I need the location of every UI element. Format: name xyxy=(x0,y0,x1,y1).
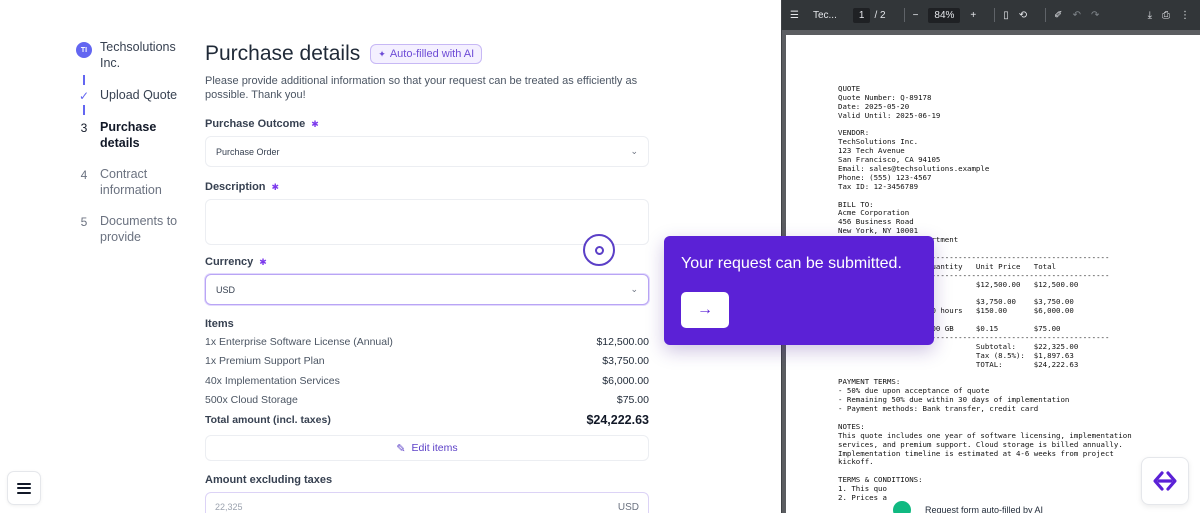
page-number-input[interactable]: 1 xyxy=(852,7,871,23)
purchase-outcome-select[interactable]: Purchase Order ⌄ xyxy=(205,136,649,167)
step-number: 4 xyxy=(80,168,88,182)
success-dot-icon xyxy=(893,501,911,513)
page-title: Purchase details xyxy=(205,42,361,65)
step-label: Documents to provide xyxy=(100,214,178,244)
pdf-text-line: Tax ID: 12-3456789 xyxy=(838,181,919,191)
undo-icon[interactable]: ↶ xyxy=(1073,10,1081,21)
chevron-down-icon: ⌄ xyxy=(630,146,638,156)
app-root: TI Techsolutions Inc. ✓ Upload Quote 3 P… xyxy=(0,0,1200,513)
step-contract-information[interactable]: 4 Contract information xyxy=(76,166,186,198)
purchase-outcome-label: Purchase Outcome ✱ xyxy=(205,118,319,130)
toast-notification: Request form auto-filled by AI xyxy=(893,501,1043,513)
arrow-right-button[interactable]: → xyxy=(681,292,729,328)
purchase-form: Purchase details ✦ Auto-filled with AI P… xyxy=(205,40,649,513)
amount-excl-input[interactable]: 22,325 USD xyxy=(205,492,649,513)
list-item: 500x Cloud Storage $75.00 xyxy=(205,394,649,407)
zoom-in-icon[interactable]: + xyxy=(970,10,976,21)
pencil-icon: ✎ xyxy=(396,442,406,455)
brand-logo-icon xyxy=(1153,471,1177,491)
zoom-out-icon[interactable]: − xyxy=(913,10,919,21)
fit-page-icon[interactable]: ▯ xyxy=(1003,10,1009,21)
step-number: 5 xyxy=(80,215,88,229)
pdf-text-line: TOTAL: $24,222.63 xyxy=(838,359,1079,369)
currency-label: Currency ✱ xyxy=(205,256,267,268)
company-avatar: TI xyxy=(76,42,92,58)
check-icon: ✓ xyxy=(78,89,90,103)
download-icon[interactable]: ⤓ xyxy=(1148,10,1152,21)
step-company[interactable]: TI Techsolutions Inc. xyxy=(76,38,186,71)
total-row: Total amount (incl. taxes) $24,222.63 xyxy=(205,413,649,427)
stepper: TI Techsolutions Inc. ✓ Upload Quote 3 P… xyxy=(76,38,186,245)
menu-icon[interactable]: ☰ xyxy=(790,10,799,21)
pdf-text-line: Valid Until: 2025-06-19 xyxy=(838,110,941,120)
required-asterisk-icon: ✱ xyxy=(271,181,280,192)
step-label: Contract information xyxy=(100,167,162,197)
submit-ready-popup: Your request can be submitted. → xyxy=(664,236,934,345)
rotate-icon[interactable]: ⟲ xyxy=(1019,10,1027,21)
step-purchase-details[interactable]: 3 Purchase details xyxy=(76,119,186,151)
assistant-logo-button[interactable] xyxy=(1141,457,1189,505)
items-list: 1x Enterprise Software License (Annual) $… xyxy=(205,332,649,430)
description-textarea[interactable] xyxy=(205,199,649,245)
step-connector xyxy=(83,75,85,85)
pdf-text-line xyxy=(838,414,1200,423)
hamburger-menu-button[interactable] xyxy=(7,471,41,505)
step-documents[interactable]: 5 Documents to provide xyxy=(76,213,186,245)
pdf-toolbar: ☰ Tec... 1 / 2 − 84% + ▯ ⟲ ✐ ↶ ↷ ⤓ ⎙ ⋮ xyxy=(782,0,1200,30)
edit-items-button[interactable]: ✎ Edit items xyxy=(205,435,649,461)
pdf-text-line xyxy=(838,192,1200,201)
redo-icon[interactable]: ↷ xyxy=(1091,10,1099,21)
sparkle-icon: ✦ xyxy=(378,48,386,59)
list-item: 40x Implementation Services $6,000.00 xyxy=(205,374,649,387)
step-label: Purchase details xyxy=(100,120,157,150)
step-label: Upload Quote xyxy=(100,88,178,102)
list-item: 1x Premium Support Plan $3,750.00 xyxy=(205,355,649,368)
popup-message: Your request can be submitted. xyxy=(681,255,902,272)
annotate-icon[interactable]: ✐ xyxy=(1054,10,1062,21)
pdf-filename: Tec... xyxy=(812,9,837,21)
chevron-down-icon: ⌄ xyxy=(630,284,638,294)
currency-select[interactable]: USD ⌄ xyxy=(205,274,649,305)
step-label: Techsolutions Inc. xyxy=(100,40,176,70)
arrow-right-icon: → xyxy=(697,301,713,318)
description-label: Description ✱ xyxy=(205,181,280,193)
page-subtitle: Please provide additional information so… xyxy=(205,75,638,101)
amount-excl-label: Amount excluding taxes xyxy=(205,474,333,486)
more-options-icon[interactable]: ⋮ xyxy=(1180,10,1190,21)
pointer-ring-icon xyxy=(583,234,615,266)
zoom-level-input[interactable]: 84% xyxy=(928,7,961,23)
step-upload-quote[interactable]: ✓ Upload Quote xyxy=(76,87,186,103)
list-item: 1x Enterprise Software License (Annual) $… xyxy=(205,335,649,348)
step-connector xyxy=(83,105,85,115)
step-number: 3 xyxy=(80,121,88,135)
required-asterisk-icon: ✱ xyxy=(311,118,319,129)
pdf-text-line: - Payment methods: Bank transfer, credit… xyxy=(838,404,1039,414)
total-amount: $24,222.63 xyxy=(586,413,649,427)
ai-badge: ✦ Auto-filled with AI xyxy=(370,44,483,64)
page-total: / 2 xyxy=(874,9,886,21)
items-title: Items xyxy=(205,318,234,330)
pdf-text-line xyxy=(838,121,1200,130)
required-asterisk-icon: ✱ xyxy=(259,256,267,267)
hamburger-icon xyxy=(17,482,31,494)
print-icon[interactable]: ⎙ xyxy=(1162,10,1170,21)
